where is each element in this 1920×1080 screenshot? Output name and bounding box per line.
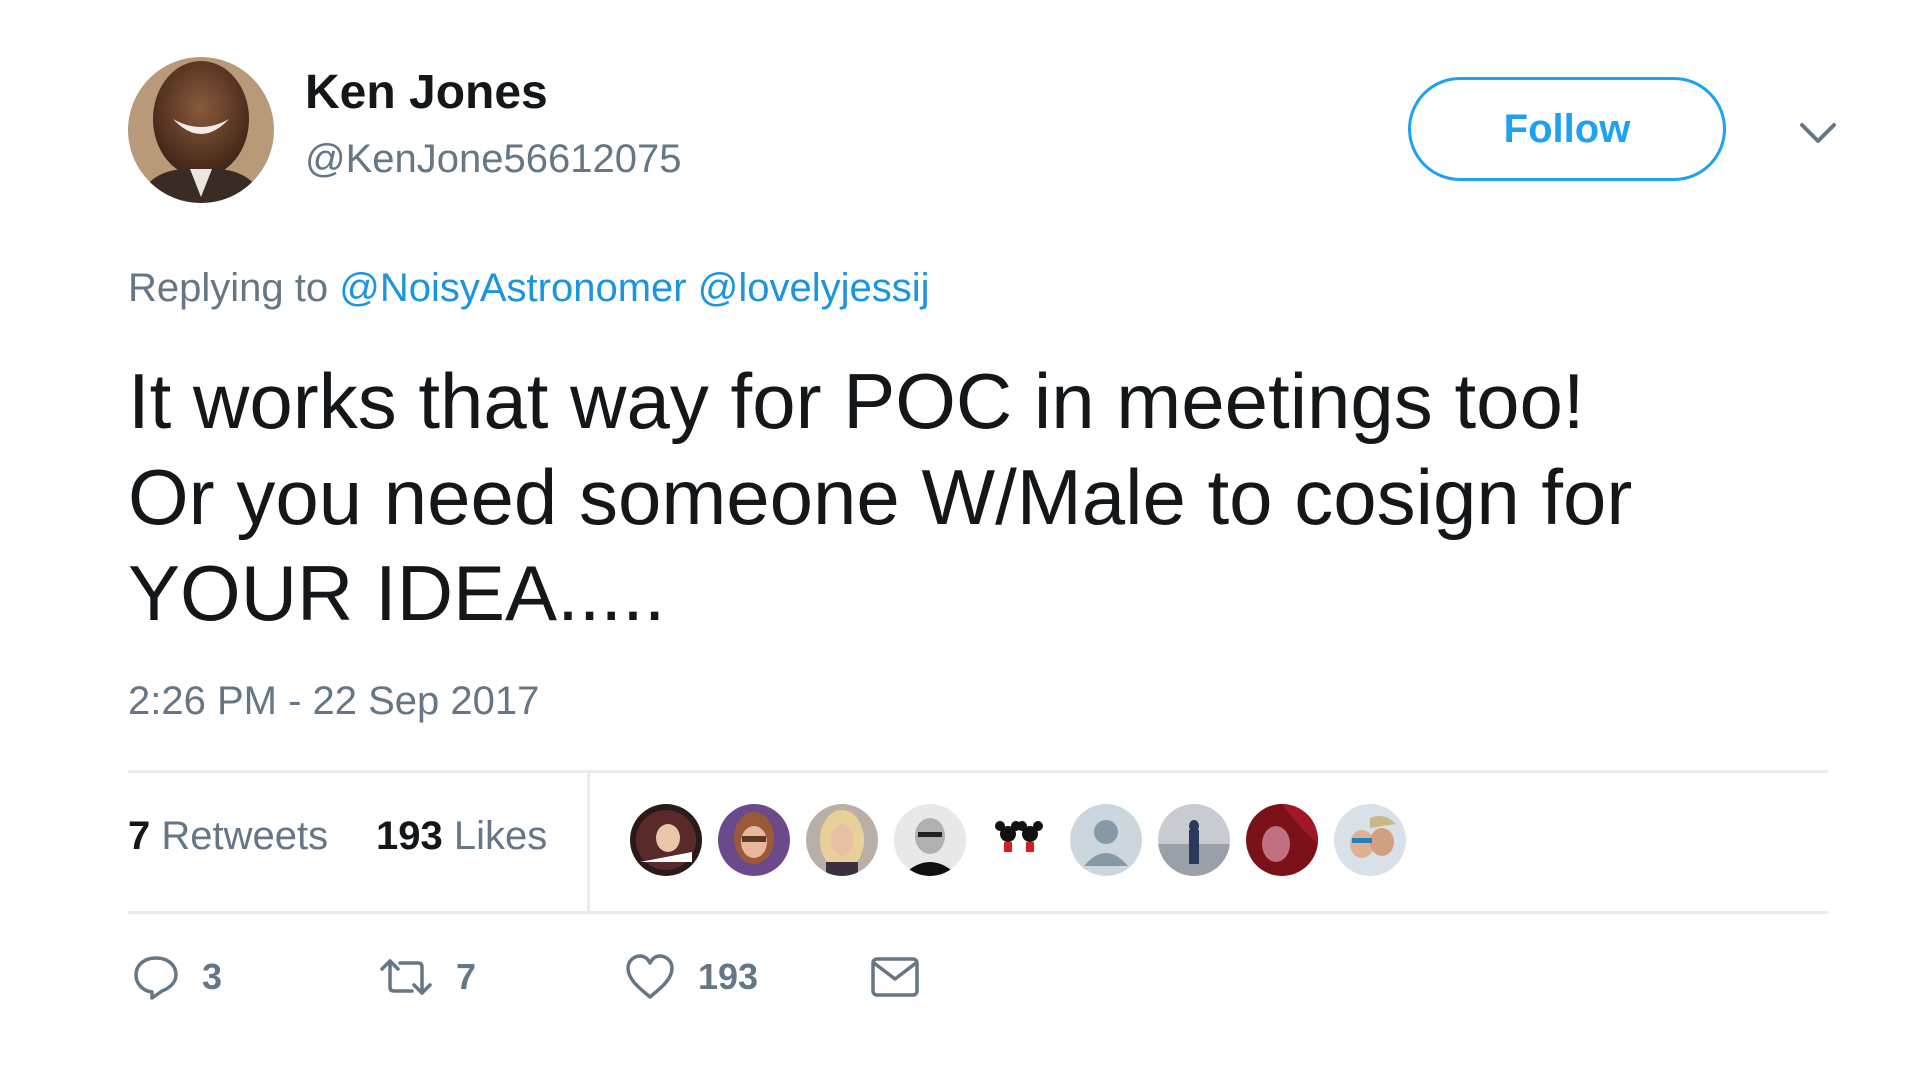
reply-button[interactable]: 3 — [132, 947, 222, 1007]
like-count: 193 — [698, 956, 759, 997]
replying-to: Replying to @NoisyAstronomer @lovelyjess… — [128, 266, 930, 311]
divider — [128, 911, 1828, 914]
tweet-text: It works that way for POC in meetings to… — [128, 353, 1828, 641]
display-name[interactable]: Ken Jones — [305, 65, 548, 120]
liker-avatar[interactable] — [894, 804, 966, 876]
reply-count: 3 — [202, 956, 223, 997]
heart-icon — [626, 954, 674, 999]
mention-link[interactable]: @NoisyAstronomer — [339, 266, 686, 310]
likes-stat[interactable]: 193 Likes — [376, 814, 547, 859]
likes-label: Likes — [453, 814, 548, 858]
envelope-icon — [871, 957, 919, 997]
engagement-stats: 7 Retweets 193 Likes — [128, 770, 1828, 911]
liker-avatar[interactable] — [1070, 804, 1142, 876]
tweet-text-line: It works that way for POC in meetings to… — [128, 357, 1585, 445]
retweets-stat[interactable]: 7 Retweets — [128, 814, 328, 859]
retweets-label: Retweets — [161, 814, 329, 858]
replying-to-label: Replying to — [128, 266, 329, 310]
retweet-button[interactable]: 7 — [378, 947, 476, 1007]
retweet-icon — [380, 959, 432, 995]
liker-avatar[interactable] — [1246, 804, 1318, 876]
tweet-card: Ken Jones @KenJone56612075 Follow Replyi… — [128, 57, 1836, 1057]
tweet-actions: 3 7 193 — [128, 947, 1828, 1027]
mention-link[interactable]: @lovelyjessij — [698, 266, 930, 310]
default-profile-icon — [1070, 804, 1142, 876]
direct-message-button[interactable] — [870, 947, 920, 1007]
profile-photo — [128, 57, 274, 203]
retweets-count: 7 — [128, 814, 151, 858]
likes-count: 193 — [376, 814, 443, 858]
tweet-text-line: Or you need someone W/Male to cosign for — [128, 453, 1633, 541]
reply-icon — [134, 956, 178, 1000]
liker-avatar[interactable] — [1158, 804, 1230, 876]
more-options-button[interactable] — [1788, 103, 1848, 163]
tweet-timestamp[interactable]: 2:26 PM - 22 Sep 2017 — [128, 679, 539, 724]
follow-button[interactable]: Follow — [1408, 77, 1726, 181]
liker-avatar[interactable] — [806, 804, 878, 876]
tweet-text-line: YOUR IDEA..... — [128, 549, 666, 637]
liker-avatar[interactable] — [982, 804, 1054, 876]
liker-avatar[interactable] — [718, 804, 790, 876]
chevron-down-icon — [1800, 123, 1836, 143]
user-handle[interactable]: @KenJone56612075 — [305, 137, 681, 182]
like-button[interactable]: 193 — [624, 947, 758, 1007]
vertical-divider — [587, 770, 590, 911]
retweet-count: 7 — [456, 956, 477, 997]
avatar[interactable] — [128, 57, 274, 203]
liker-avatar[interactable] — [630, 804, 702, 876]
liker-avatar[interactable] — [1334, 804, 1406, 876]
